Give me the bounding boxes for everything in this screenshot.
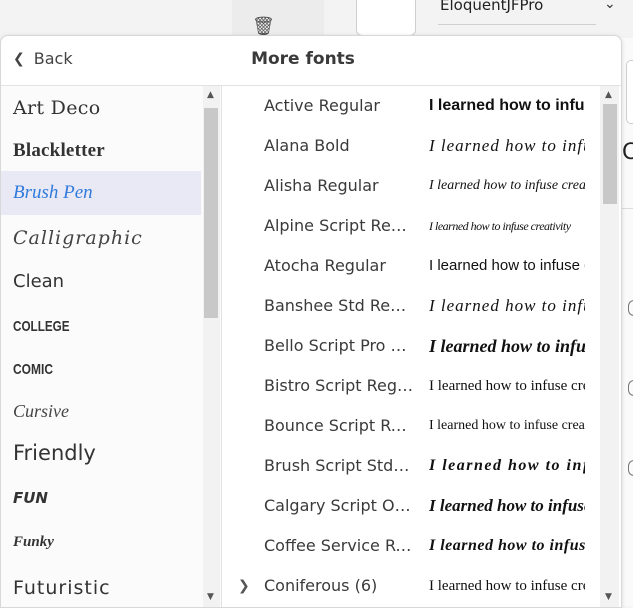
category-clean[interactable]: Clean (1, 260, 201, 304)
category-list: Art Deco Blackletter Brush Pen Calligrap… (1, 86, 222, 607)
font-row[interactable]: Active Regular I learned how to infuse c… (222, 86, 602, 126)
font-list: Active Regular I learned how to infuse c… (222, 86, 620, 607)
side-c-icon: C (622, 140, 633, 165)
category-brush-pen[interactable]: Brush Pen (1, 171, 201, 215)
font-name: Bistro Script Regular (264, 376, 414, 395)
category-blackletter[interactable]: Blackletter (1, 129, 201, 173)
category-calligraphic[interactable]: Calligraphic (1, 216, 201, 260)
font-row[interactable]: Alana Bold I learned how to infuse creat… (222, 126, 602, 166)
font-preview: I learned how to infuse creativity (429, 219, 571, 233)
font-list-scrollbar-thumb[interactable] (603, 104, 617, 204)
scroll-down-icon[interactable]: ▼ (605, 592, 612, 602)
category-funky[interactable]: Funky (1, 520, 201, 564)
font-preview: I learned how to infuse creativity (429, 178, 585, 193)
font-preview: I learned how to infuse creativity (429, 378, 585, 394)
toolbar-button[interactable] (356, 0, 416, 36)
font-row[interactable]: Alisha Regular I learned how to infuse c… (222, 166, 602, 206)
category-futuristic[interactable]: Futuristic (1, 566, 201, 607)
font-preview: I learned how to infuse creativity (429, 136, 585, 155)
font-name: Alana Bold (264, 136, 350, 155)
font-row[interactable]: Banshee Std Regular I learned how to inf… (222, 286, 602, 326)
font-name: Brush Script Std M... (264, 456, 414, 475)
font-name: Alpine Script Regular (264, 216, 414, 235)
font-preview: I learned how to infuse creativity (429, 257, 585, 274)
font-name: Active Regular (264, 96, 380, 115)
scroll-down-icon[interactable]: ▼ (207, 592, 214, 602)
font-name: Banshee Std Regular (264, 296, 414, 315)
category-cursive[interactable]: Cursive (1, 389, 201, 433)
font-name: Bounce Script Reg... (264, 416, 414, 435)
scroll-up-icon[interactable]: ▲ (207, 90, 214, 100)
category-college[interactable]: COLLEGE (1, 303, 201, 347)
font-row[interactable]: Bello Script Pro Re... I learned how to … (222, 326, 602, 366)
chevron-down-icon[interactable]: ⌄ (604, 0, 616, 12)
font-preview: I learned how to infuse creativity (429, 578, 585, 594)
side-radio[interactable] (628, 300, 633, 316)
font-row[interactable]: Bistro Script Regular I learned how to i… (222, 366, 602, 406)
font-name: Alisha Regular (264, 176, 379, 195)
font-name: Coffee Service Reg... (264, 536, 414, 555)
font-dropdown-underline (438, 24, 596, 25)
font-dropdown-value[interactable]: EloquentJFPro (440, 0, 543, 14)
panel-header: ❮ Back More fonts (1, 36, 621, 86)
trash-icon[interactable]: 🗑 (252, 16, 275, 37)
category-art-deco[interactable]: Art Deco (1, 86, 201, 130)
font-row[interactable]: Atocha Regular I learned how to infuse c… (222, 246, 602, 286)
side-radio[interactable] (628, 380, 633, 396)
font-preview: I learned how to infuse creativity (429, 496, 585, 515)
font-row[interactable]: Bounce Script Reg... I learned how to in… (222, 406, 602, 446)
font-preview: I learned how to infuse creativity (429, 336, 585, 356)
font-row[interactable]: Alpine Script Regular I learned how to i… (222, 206, 602, 246)
font-name: Bello Script Pro Re... (264, 336, 414, 355)
scroll-up-icon[interactable]: ▲ (605, 90, 612, 100)
font-preview: I learned how to infuse creativity (429, 537, 585, 554)
font-name: Atocha Regular (264, 256, 386, 275)
side-control[interactable] (626, 60, 633, 124)
more-fonts-panel: ❮ Back More fonts Art Deco Blackletter B… (0, 35, 622, 608)
category-comic-label: COMIC (13, 361, 53, 378)
category-comic[interactable]: COMIC (1, 346, 201, 390)
font-name: Calgary Script OT ... (264, 496, 414, 515)
font-preview: I learned how to infuse creativity (429, 97, 585, 114)
chevron-right-icon[interactable]: ❯ (238, 566, 250, 606)
category-fun[interactable]: FUN (1, 476, 201, 520)
font-preview: I learned how to infuse creativity (429, 457, 585, 474)
toolbar-column (232, 0, 324, 38)
side-radio[interactable] (628, 460, 633, 476)
font-row[interactable]: Calgary Script OT ... I learned how to i… (222, 486, 602, 526)
font-preview: I learned how to infuse creativity (429, 296, 585, 315)
panel-title: More fonts (251, 49, 355, 69)
font-row[interactable]: Brush Script Std M... I learned how to i… (222, 446, 602, 486)
font-name: Coniferous (6) (264, 576, 378, 595)
category-scrollbar-thumb[interactable] (204, 108, 218, 318)
category-friendly[interactable]: Friendly (1, 431, 201, 475)
font-row[interactable]: Coffee Service Reg... I learned how to i… (222, 526, 602, 566)
category-college-label: COLLEGE (13, 318, 70, 335)
font-preview: I learned how to infuse creativity (429, 418, 585, 433)
font-family-row[interactable]: ❯ Coniferous (6) I learned how to infuse… (222, 566, 602, 606)
